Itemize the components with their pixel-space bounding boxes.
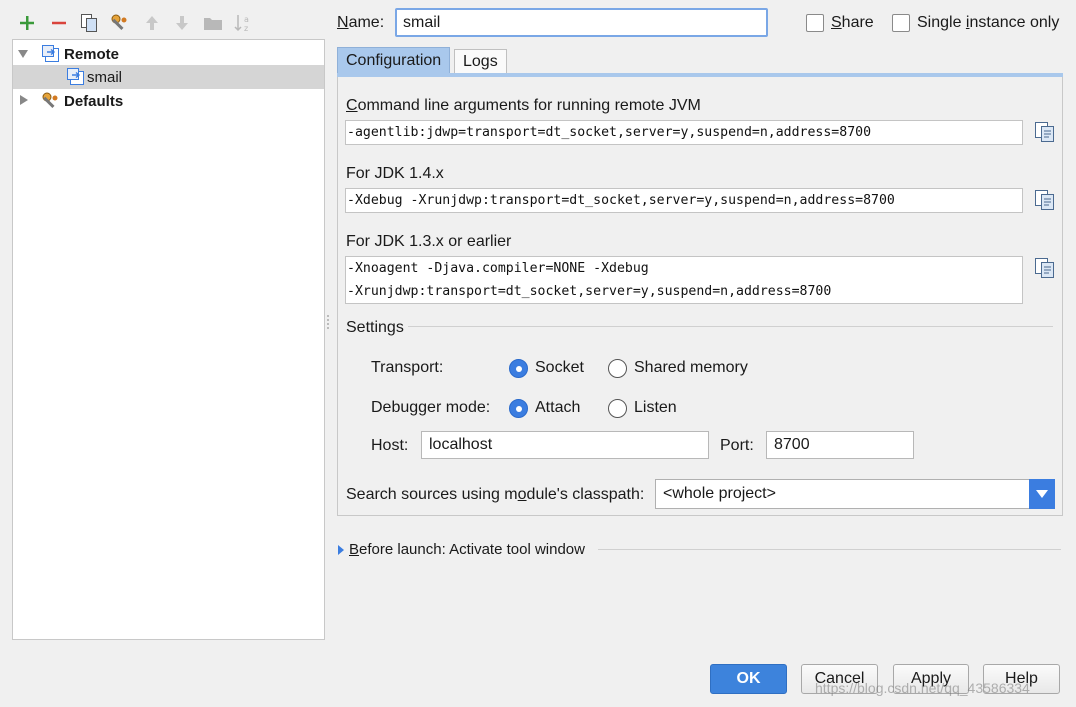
remote-config-icon	[42, 45, 60, 67]
watermark: https://blog.csdn.net/qq_43586334	[815, 680, 1030, 696]
configuration-tree[interactable]: Remote smail Defaults	[12, 39, 325, 640]
module-classpath-select[interactable]: <whole project>	[655, 479, 1055, 509]
splitter-handle[interactable]	[326, 313, 330, 331]
jdk14-field[interactable]: -Xdebug -Xrunjdwp:transport=dt_socket,se…	[345, 188, 1023, 213]
transport-socket-radio[interactable]	[509, 359, 528, 378]
transport-socket-label: Socket	[535, 359, 584, 376]
wrench-icon	[41, 91, 61, 115]
name-input-value: smail	[403, 13, 441, 31]
copy-jdk14-icon[interactable]	[1034, 189, 1056, 211]
copy-cmd-args-icon[interactable]	[1034, 121, 1056, 143]
tree-item-remote[interactable]: Remote	[13, 42, 324, 66]
jdk14-value: -Xdebug -Xrunjdwp:transport=dt_socket,se…	[347, 193, 895, 208]
share-checkbox[interactable]	[806, 14, 824, 32]
before-launch-label[interactable]: Before launch: Activate tool window	[349, 541, 585, 558]
single-instance-checkbox[interactable]	[892, 14, 910, 32]
expand-before-launch-icon[interactable]	[338, 545, 344, 555]
jdk13-field[interactable]: -Xnoagent -Djava.compiler=NONE -Xdebug -…	[345, 256, 1023, 304]
ok-button[interactable]: OK	[710, 664, 787, 694]
host-value: localhost	[429, 436, 493, 453]
search-sources-label: Search sources using module's classpath:	[346, 486, 645, 503]
jdk14-label: For JDK 1.4.x	[346, 165, 444, 182]
cmd-args-field[interactable]: -agentlib:jdwp=transport=dt_socket,serve…	[345, 120, 1023, 145]
name-label: Name:	[337, 14, 385, 31]
tab-label: Logs	[463, 53, 498, 70]
copy-jdk13-icon[interactable]	[1034, 257, 1056, 279]
collapsed-arrow-icon[interactable]	[20, 95, 28, 105]
port-value: 8700	[774, 436, 810, 453]
settings-divider	[408, 326, 1053, 327]
debugger-mode-label: Debugger mode:	[371, 399, 491, 416]
jdk13-line: -Xnoagent -Djava.compiler=NONE -Xdebug	[347, 261, 649, 276]
tree-item-label: smail	[87, 68, 123, 86]
chevron-down-icon[interactable]	[1029, 479, 1055, 509]
share-label: Share	[831, 14, 874, 31]
cmd-args-label: Command line arguments for running remot…	[346, 97, 701, 114]
debugger-attach-radio[interactable]	[509, 399, 528, 418]
transport-label: Transport:	[371, 359, 444, 376]
move-up-icon[interactable]	[141, 12, 163, 34]
tab-configuration[interactable]: Configuration	[337, 47, 451, 74]
svg-text:a: a	[244, 15, 249, 24]
tree-item-label: Defaults	[64, 92, 124, 110]
port-label: Port:	[720, 437, 754, 454]
host-input[interactable]: localhost	[421, 431, 709, 459]
settings-title: Settings	[346, 319, 404, 336]
copy-icon[interactable]	[78, 12, 100, 34]
cmd-args-value: -agentlib:jdwp=transport=dt_socket,serve…	[347, 125, 872, 140]
debugger-attach-label: Attach	[535, 399, 581, 416]
wrench-icon[interactable]	[109, 12, 131, 34]
expanded-arrow-icon[interactable]	[18, 50, 28, 58]
move-down-icon[interactable]	[171, 12, 193, 34]
tree-item-smail[interactable]: smail	[13, 65, 324, 89]
name-input[interactable]: smail	[395, 8, 768, 37]
host-label: Host:	[371, 437, 409, 454]
transport-shared-memory-radio[interactable]	[608, 359, 627, 378]
remote-config-icon	[67, 68, 85, 90]
sort-icon[interactable]: az	[233, 12, 255, 34]
tab-logs[interactable]: Logs	[454, 49, 507, 74]
debugger-listen-radio[interactable]	[608, 399, 627, 418]
module-classpath-value: <whole project>	[663, 485, 776, 502]
tree-item-label: Remote	[64, 45, 120, 63]
before-launch-divider	[598, 549, 1061, 550]
debugger-listen-label: Listen	[634, 399, 677, 416]
transport-shared-memory-label: Shared memory	[634, 359, 748, 376]
tab-label: Configuration	[346, 52, 442, 69]
add-icon[interactable]	[16, 12, 38, 34]
jdk13-label: For JDK 1.3.x or earlier	[346, 233, 512, 250]
port-input[interactable]: 8700	[766, 431, 914, 459]
button-label: OK	[736, 670, 761, 687]
svg-text:z: z	[244, 24, 248, 33]
folder-icon[interactable]	[202, 12, 224, 34]
tree-item-defaults[interactable]: Defaults	[13, 89, 324, 113]
single-instance-label: Single instance only	[917, 14, 1060, 31]
remove-icon[interactable]	[48, 12, 70, 34]
jdk13-line: -Xrunjdwp:transport=dt_socket,server=y,s…	[347, 284, 832, 299]
